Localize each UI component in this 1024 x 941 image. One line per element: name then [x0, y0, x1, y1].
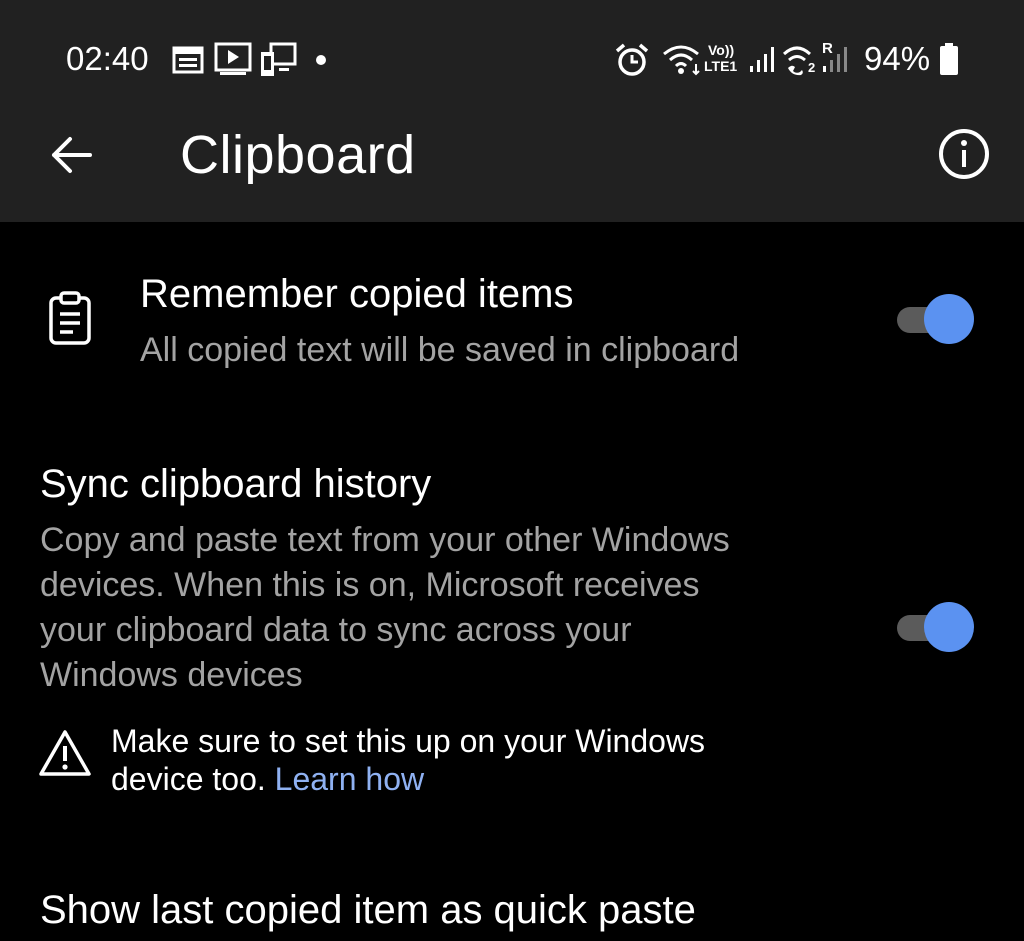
- clipboard-icon: [49, 291, 91, 345]
- signal-icon: [823, 47, 847, 72]
- dot-icon: [316, 55, 326, 65]
- warning-line: Make sure to set this up on your Windows: [111, 723, 706, 759]
- media-play-icon: [214, 42, 252, 75]
- quick-paste-title: Show last copied item as quick paste: [40, 888, 696, 932]
- remember-copied-items-subtitle: All copied text will be saved in clipboa…: [140, 331, 740, 369]
- page-title: Clipboard: [180, 125, 416, 185]
- status-time: 02:40: [66, 40, 149, 77]
- remember-copied-items-title: Remember copied items: [140, 272, 574, 316]
- sync-warning-notice: Make sure to set this up on your Windows…: [111, 722, 771, 798]
- toggle-thumb: [924, 602, 974, 652]
- remember-copied-items-toggle[interactable]: [897, 293, 977, 345]
- sync-clipboard-history-description: Copy and paste text from your other Wind…: [40, 518, 860, 698]
- volte-label: Vo)): [708, 42, 735, 58]
- battery-icon: [940, 43, 958, 75]
- description-line: Windows devices: [40, 656, 303, 694]
- calendar-icon: [172, 46, 204, 74]
- description-line: your clipboard data to sync across your: [40, 611, 632, 649]
- wifi-icon: [663, 45, 700, 76]
- sync-clipboard-history-toggle[interactable]: [897, 601, 977, 653]
- warning-text-end: device too.: [111, 761, 266, 797]
- info-icon[interactable]: [937, 127, 991, 181]
- description-line: devices. When this is on, Microsoft rece…: [40, 566, 700, 604]
- cast-icon: [261, 42, 297, 76]
- app-bar: [0, 0, 1024, 222]
- warning-line-2: device too. Learn how: [111, 760, 771, 798]
- learn-how-link[interactable]: Learn how: [275, 761, 424, 797]
- alarm-icon: [615, 43, 649, 76]
- back-arrow-icon[interactable]: [46, 130, 96, 180]
- sim2-label: 2: [808, 60, 816, 75]
- toggle-thumb: [924, 294, 974, 344]
- description-line: Copy and paste text from your other Wind…: [40, 521, 730, 559]
- warning-icon: [39, 730, 91, 776]
- lte-label: LTE1: [704, 58, 738, 74]
- signal-icon: [750, 47, 774, 72]
- sync-clipboard-history-title: Sync clipboard history: [40, 462, 432, 506]
- battery-percent: 94%: [864, 40, 931, 77]
